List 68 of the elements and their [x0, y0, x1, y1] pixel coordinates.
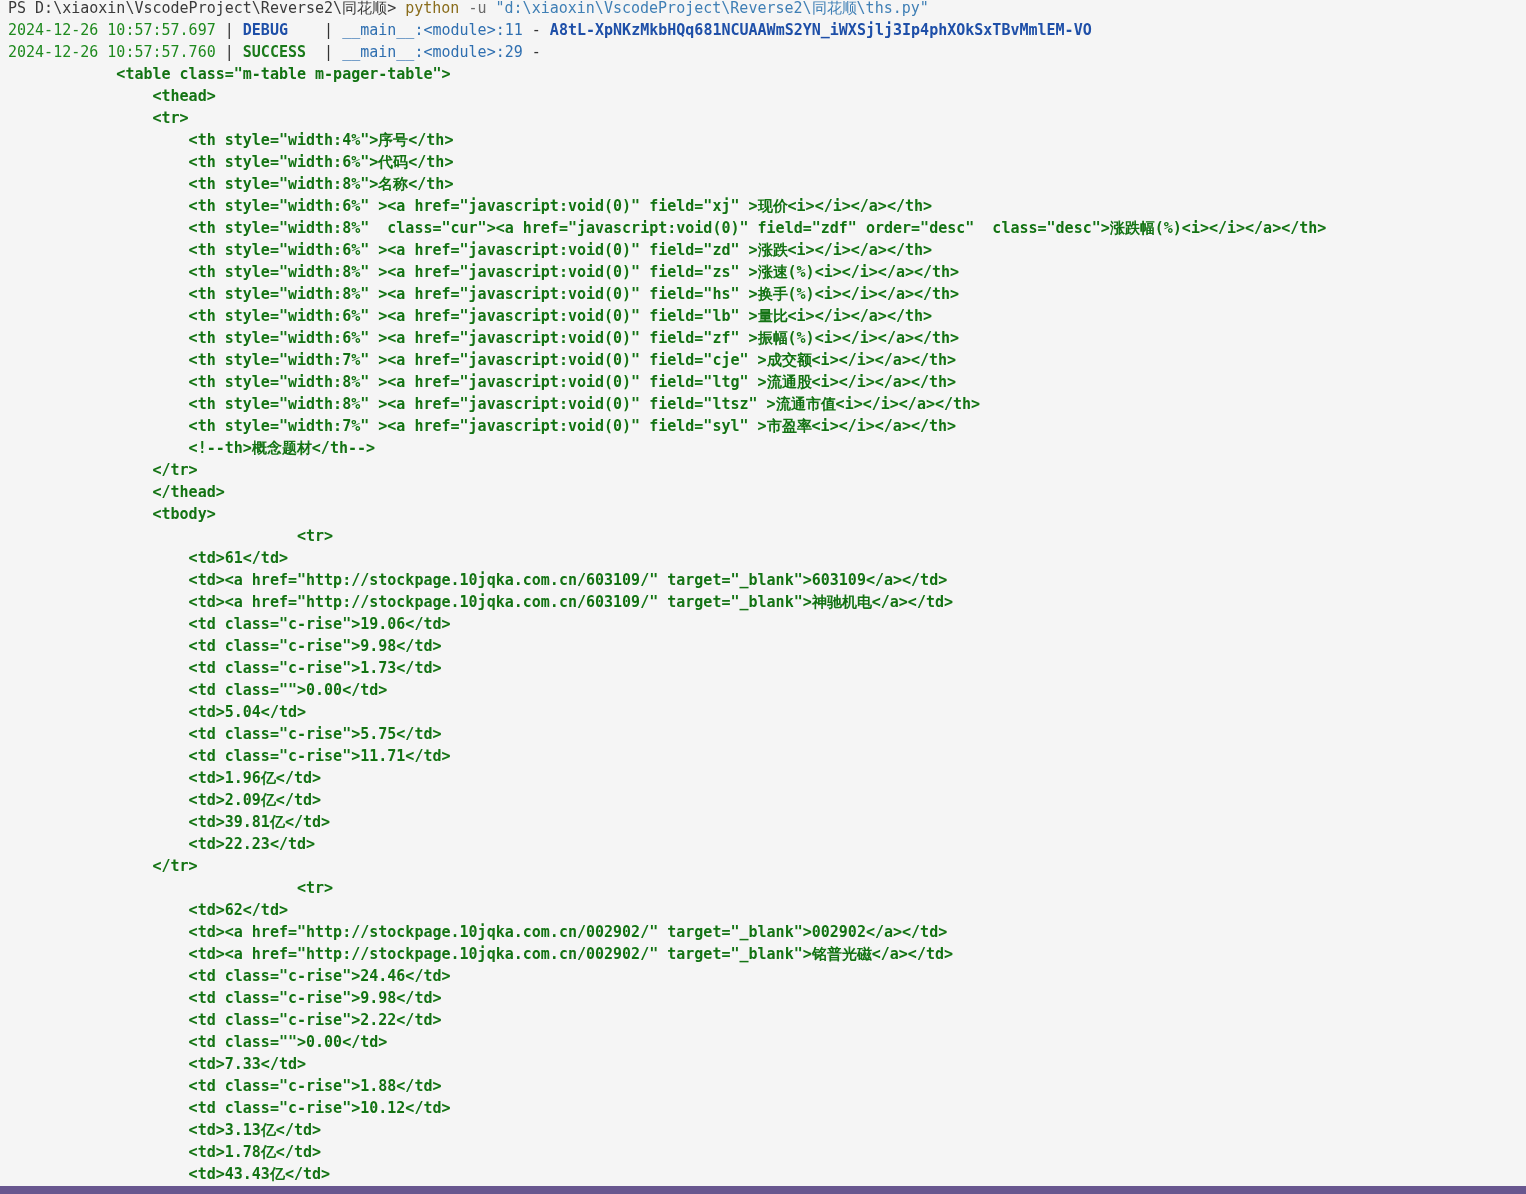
prompt-text: "d:\xiaoxin\VscodeProject\Reverse2\同花顺\ths.py" — [495, 0, 929, 17]
output-line: <th style="width:6%">代码</th> — [187, 153, 454, 171]
output-line: <td><a href="http://stockpage.10jqka.com.cn/603109/" target="_blank">神驰机电</a></td> — [187, 593, 953, 611]
output-line: <td class="c-rise">1.73</td> — [187, 659, 442, 677]
output-line: <thead> — [151, 87, 216, 105]
output-line: </tr> — [151, 461, 198, 479]
output-line: <tr> — [296, 527, 334, 545]
output-line: <td class="">0.00</td> — [187, 681, 388, 699]
log-timestamp: 2024-12-26 10:57:57.760 — [8, 43, 216, 61]
log-level: DEBUG — [242, 20, 289, 41]
output-line: <td class="c-rise">5.75</td> — [187, 725, 442, 743]
prompt-text: -u — [468, 0, 487, 17]
log-dash: - — [531, 43, 541, 61]
output-line: <th style="width:6%" ><a href="javascript:void(0)" field="zf" >振幅(%)<i></i></a></th> — [187, 329, 960, 347]
output-line: <td>39.81亿</td> — [187, 813, 331, 831]
log-dash: - — [531, 21, 541, 39]
output-line: <td>1.78亿</td> — [187, 1143, 321, 1161]
log-separator: | — [324, 21, 334, 39]
log-separator: | — [224, 21, 234, 39]
output-line: <th style="width:7%" ><a href="javascript:void(0)" field="cje" >成交额<i></i></a></th> — [187, 351, 957, 369]
output-line: <th style="width:8%" ><a href="javascript:void(0)" field="ltsz" >流通市值<i></i></a></th> — [187, 395, 981, 413]
output-line: <th style="width:8%" ><a href="javascript:void(0)" field="zs" >涨速(%)<i></i></a></th> — [187, 263, 960, 281]
output-line: <table class="m-table m-pager-table"> — [115, 65, 451, 83]
output-line: <td>62</td> — [187, 901, 288, 919]
log-timestamp: 2024-12-26 10:57:57.697 — [8, 21, 216, 39]
output-line: <th style="width:6%" ><a href="javascript:void(0)" field="lb" >量比<i></i></a></th> — [187, 307, 933, 325]
output-line: <!--th>概念题材</th--> — [187, 439, 376, 457]
output-line: <th style="width:8%" ><a href="javascript:void(0)" field="hs" >换手(%)<i></i></a></th> — [187, 285, 960, 303]
log-separator: | — [224, 43, 234, 61]
output-line: <th style="width:4%">序号</th> — [187, 131, 454, 149]
output-line: <th style="width:6%" ><a href="javascript:void(0)" field="zd" >涨跌<i></i></a></th> — [187, 241, 933, 259]
output-line: <td class="c-rise">9.98</td> — [187, 637, 442, 655]
output-line: <th style="width:8%">名称</th> — [187, 175, 454, 193]
output-line: <th style="width:8%" ><a href="javascript:void(0)" field="ltg" >流通股<i></i></a></th> — [187, 373, 957, 391]
output-line: <td>2.09亿</td> — [187, 791, 321, 809]
output-line: <th style="width:7%" ><a href="javascript:void(0)" field="syl" >市盈率<i></i></a></th> — [187, 417, 957, 435]
output-line: <td><a href="http://stockpage.10jqka.com.cn/002902/" target="_blank">铭普光磁</a></td> — [187, 945, 953, 963]
output-line: <td class="c-rise">10.12</td> — [187, 1099, 451, 1117]
output-line: <td>43.43亿</td> — [187, 1165, 331, 1183]
prompt-text: PS D:\xiaoxin\VscodeProject\Reverse2\同花顺> — [8, 0, 397, 17]
output-line: <td class="c-rise">24.46</td> — [187, 967, 451, 985]
log-source: __main__:<module>:29 — [342, 43, 523, 61]
log-message: A8tL-XpNKzMkbHQq681NCUAAWmS2YN_iWXSjlj3Ip4phXOkSxTBvMmlEM-VO — [549, 21, 1092, 39]
output-line: <td class="c-rise">2.22</td> — [187, 1011, 442, 1029]
log-source: __main__:<module>:11 — [342, 21, 523, 39]
output-line: <td>3.13亿</td> — [187, 1121, 321, 1139]
output-line: <th style="width:6%" ><a href="javascript:void(0)" field="xj" >现价<i></i></a></th> — [187, 197, 933, 215]
log-level: SUCCESS — [242, 42, 308, 63]
output-line: <td><a href="http://stockpage.10jqka.com.cn/002902/" target="_blank">002902</a></td> — [187, 923, 948, 941]
output-line: <td class="c-rise">1.88</td> — [187, 1077, 442, 1095]
output-line: </tr> — [151, 857, 198, 875]
output-line: <td>5.04</td> — [187, 703, 306, 721]
output-line: <td class="c-rise">11.71</td> — [187, 747, 451, 765]
output-line: <td>22.23</td> — [187, 835, 316, 853]
output-line: <td><a href="http://stockpage.10jqka.com.cn/603109/" target="_blank">603109</a></td> — [187, 571, 948, 589]
output-line: <tbody> — [151, 505, 216, 523]
output-line: <tr> — [296, 879, 334, 897]
output-line: <th style="width:8%" class="cur"><a href="javascript:void(0)" field="zdf" order="desc" class="desc">涨跌幅(%)<i></i></a></th> — [187, 219, 1327, 237]
output-line: </thead> — [151, 483, 225, 501]
prompt-text: python — [405, 0, 460, 17]
output-line: <td class="c-rise">9.98</td> — [187, 989, 442, 1007]
output-line: <tr> — [151, 109, 189, 127]
output-line: <td>1.96亿</td> — [187, 769, 321, 787]
output-line: <td>7.33</td> — [187, 1055, 306, 1073]
output-line: <td>61</td> — [187, 549, 288, 567]
output-line: <td class="c-rise">19.06</td> — [187, 615, 451, 633]
log-separator: | — [324, 43, 334, 61]
output-line: <td class="">0.00</td> — [187, 1033, 388, 1051]
